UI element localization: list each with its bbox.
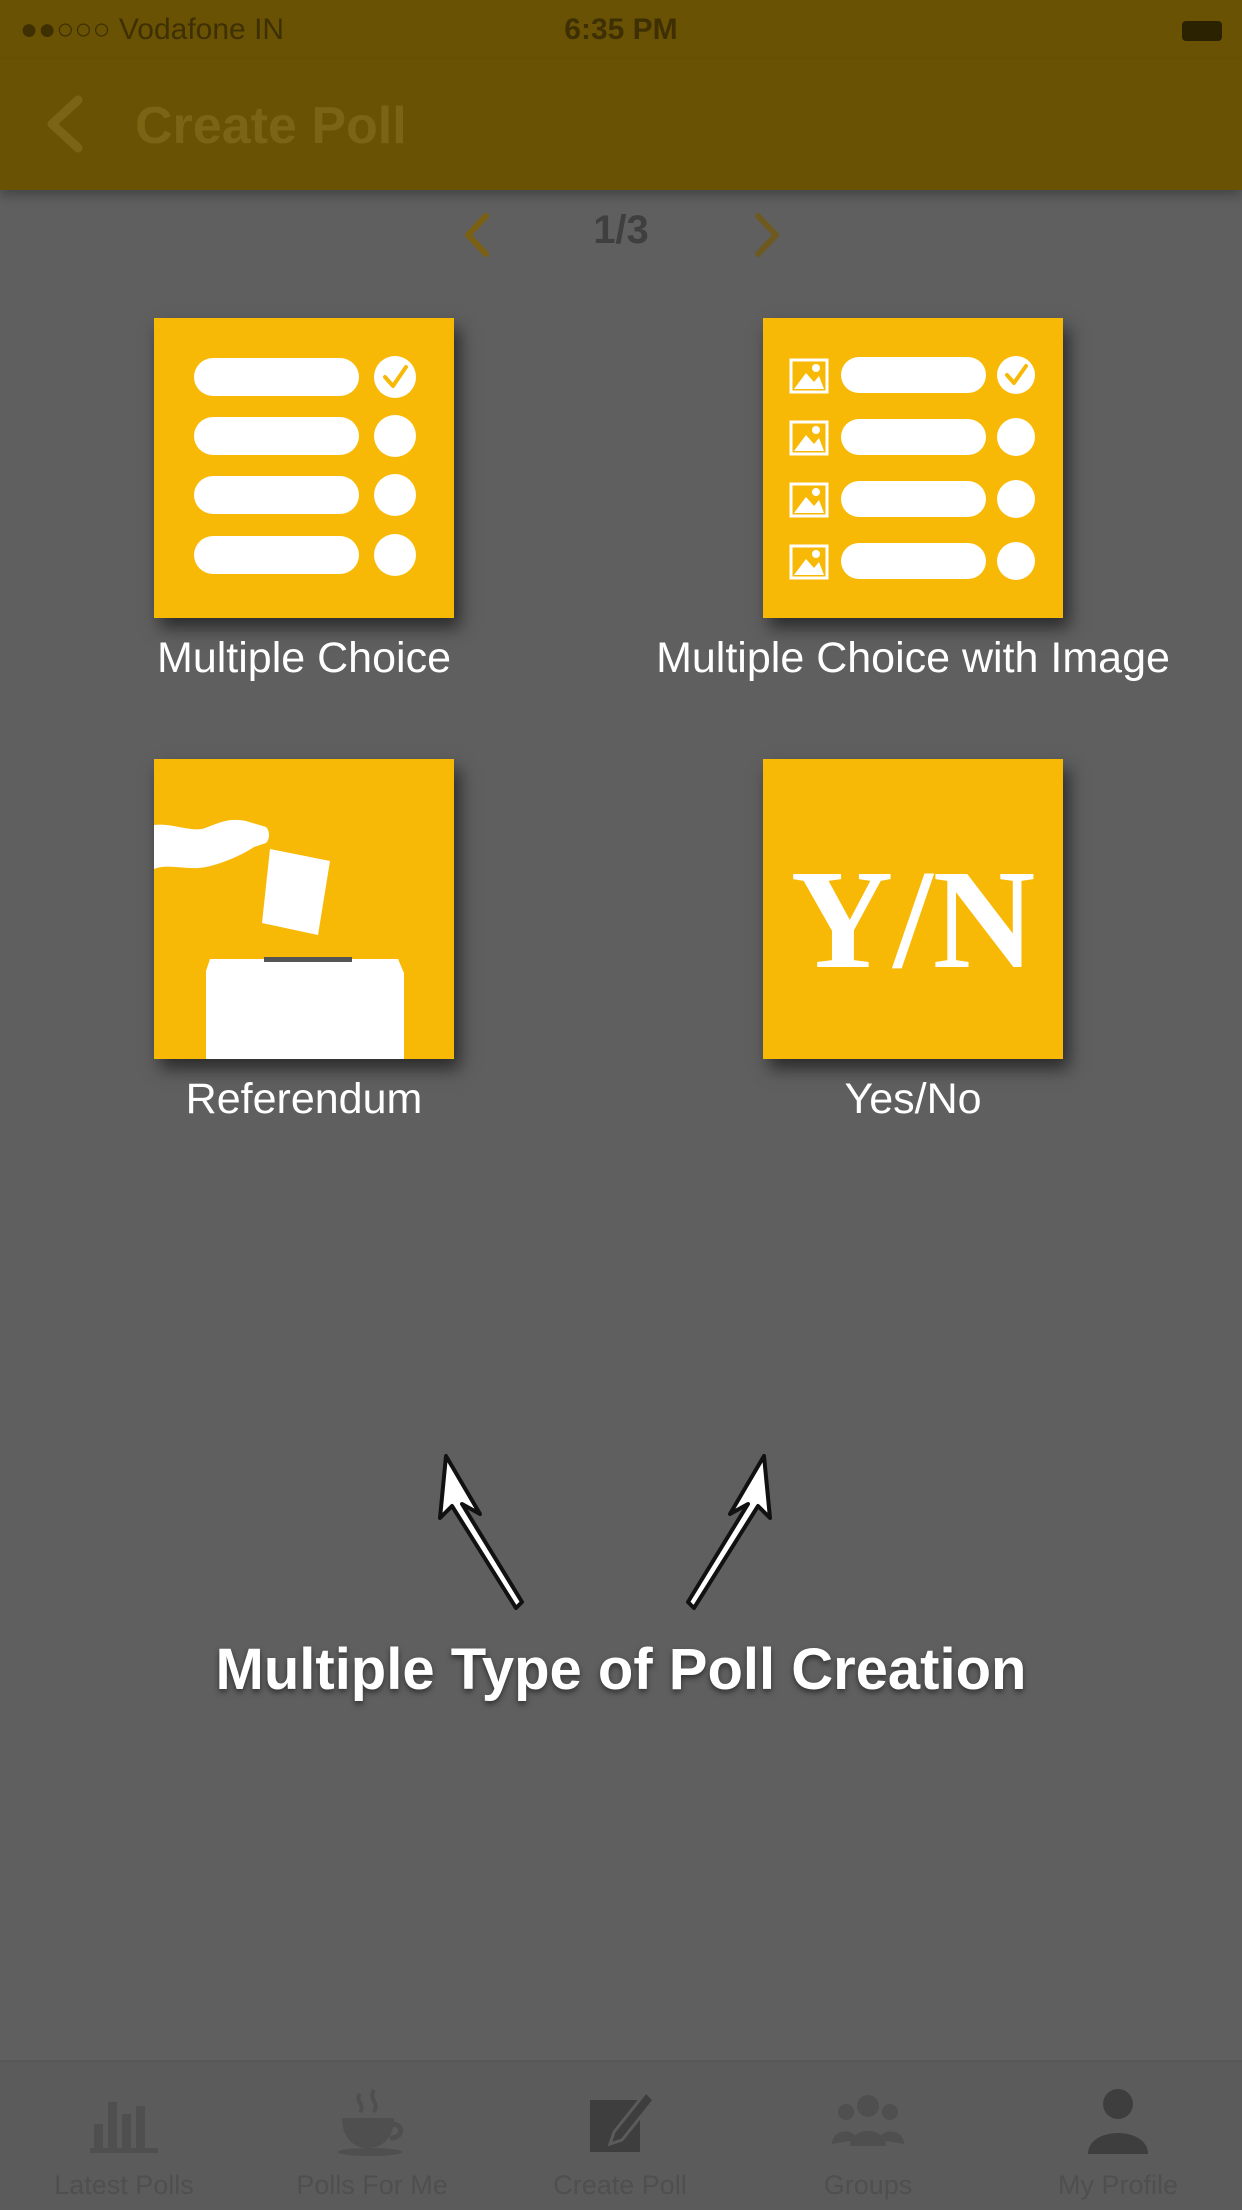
page-title: Create Poll bbox=[135, 97, 407, 155]
annotation-arrow-left bbox=[438, 1454, 524, 1610]
annotation-arrow-right bbox=[686, 1454, 772, 1610]
poll-type-label: Referendum bbox=[185, 1075, 423, 1123]
bar-chart-icon bbox=[90, 2102, 158, 2153]
tab-label: Polls For Me bbox=[296, 2170, 448, 2200]
ballot-box-icon bbox=[154, 819, 404, 1059]
yes-no-icon-text: Y/N bbox=[791, 840, 1036, 998]
battery-icon bbox=[1182, 21, 1222, 42]
poll-type-label: Multiple Choice bbox=[157, 634, 451, 682]
tab-label: Create Poll bbox=[553, 2170, 687, 2200]
tab-create-poll[interactable]: Create Poll bbox=[496, 2062, 744, 2210]
user-icon bbox=[1088, 2089, 1148, 2154]
tab-label: Groups bbox=[823, 2170, 913, 2200]
poll-type-yes-no[interactable]: Y/N bbox=[763, 759, 1063, 1059]
page-indicator: 1/3 bbox=[593, 208, 649, 252]
image-choice-list-icon bbox=[789, 356, 1035, 580]
tab-label: Latest Polls bbox=[54, 2170, 194, 2200]
groups-icon bbox=[832, 2095, 904, 2146]
status-time: 6:35 PM bbox=[564, 13, 678, 46]
poll-type-label: Multiple Choice with Image bbox=[656, 634, 1170, 682]
tab-my-profile[interactable]: My Profile bbox=[994, 2062, 1242, 2210]
tab-latest-polls[interactable]: Latest Polls bbox=[0, 2062, 248, 2210]
poll-type-referendum[interactable] bbox=[154, 759, 454, 1059]
annotation-caption: Multiple Type of Poll Creation bbox=[215, 1637, 1027, 1702]
status-right bbox=[1182, 0, 1222, 60]
pager: 1/3 bbox=[0, 200, 1242, 270]
app-header: Create Poll bbox=[0, 60, 1242, 190]
poll-type-label: Yes/No bbox=[844, 1075, 982, 1123]
multiple-choice-list-icon bbox=[194, 356, 416, 576]
status-bar: ●●○○○ Vodafone IN 6:35 PM bbox=[0, 0, 1242, 60]
tab-groups[interactable]: Groups bbox=[744, 2062, 992, 2210]
tab-polls-for-me[interactable]: Polls For Me bbox=[248, 2062, 496, 2210]
yes-no-icon: Y/N bbox=[791, 840, 1036, 998]
poll-type-multiple-choice-image[interactable] bbox=[763, 318, 1063, 618]
next-page-icon[interactable] bbox=[748, 210, 788, 260]
edit-icon bbox=[590, 2089, 657, 2152]
poll-type-multiple-choice[interactable] bbox=[154, 318, 454, 618]
bottom-tab-bar: Latest Polls Polls For Me Create Poll Gr… bbox=[0, 2060, 1242, 2210]
coffee-cup-icon bbox=[338, 2088, 404, 2156]
back-arrow-icon[interactable] bbox=[40, 94, 92, 154]
tab-label: My Profile bbox=[1057, 2170, 1179, 2200]
